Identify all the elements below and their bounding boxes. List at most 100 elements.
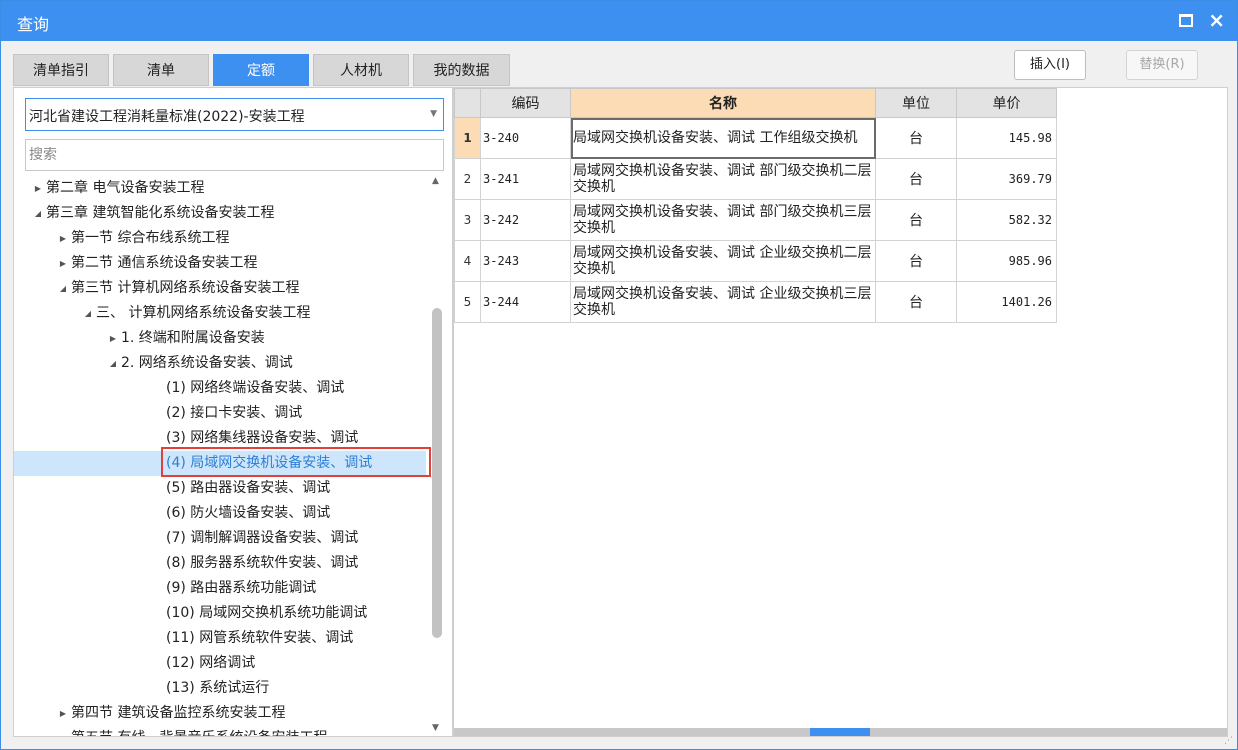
chevron-down-icon[interactable]: ▼ xyxy=(430,109,437,119)
cell-name[interactable]: 局域网交换机设备安装、调试 工作组级交换机 xyxy=(570,117,876,159)
cell-code[interactable]: 3-244 xyxy=(480,281,571,323)
tree-node[interactable]: ▶第五节 有线、背景音乐系统设备安装工程 xyxy=(14,726,426,736)
expand-arrow-icon[interactable]: ▶ xyxy=(107,326,119,351)
tree-node-label: (1) 网络终端设备安装、调试 xyxy=(166,380,345,396)
search-input[interactable] xyxy=(25,139,444,171)
tree-node[interactable]: (5) 路由器设备安装、调试 xyxy=(14,476,426,501)
tree-node[interactable]: ◢ 三、 计算机网络系统设备安装工程 xyxy=(14,301,426,326)
cell-name[interactable]: 局域网交换机设备安装、调试 部门级交换机三层交换机 xyxy=(570,199,876,241)
insert-button[interactable]: 插入(I) xyxy=(1014,50,1086,80)
tree-node-label: (11) 网管系统软件安装、调试 xyxy=(166,630,354,646)
row-number[interactable]: 1 xyxy=(454,117,481,159)
horizontal-scrollbar[interactable] xyxy=(454,728,1227,736)
column-header-name[interactable]: 名称 xyxy=(570,88,876,118)
quota-table: 编码 名称 单位 单价 1 3-240 局域网交换机设备安装、调试 工作组级交换机台… xyxy=(454,88,1057,323)
close-icon[interactable]: × xyxy=(1208,8,1225,32)
column-header-price[interactable]: 单价 xyxy=(956,88,1057,118)
tree-node-label: (9) 路由器系统功能调试 xyxy=(166,580,317,596)
right-panel: 编码 名称 单位 单价 1 3-240 局域网交换机设备安装、调试 工作组级交换机台… xyxy=(453,87,1228,737)
library-select[interactable]: 河北省建设工程消耗量标准(2022)-安装工程 ▼ xyxy=(25,98,444,131)
tab-my-data[interactable]: 我的数据 xyxy=(413,54,510,86)
cell-unit[interactable]: 台 xyxy=(875,199,957,241)
tree-node[interactable]: ▶ 第一节 综合布线系统工程 xyxy=(14,226,426,251)
tab-bill[interactable]: 清单 xyxy=(113,54,209,86)
collapse-arrow-icon[interactable]: ◢ xyxy=(82,301,94,326)
table-row[interactable]: 5 3-244 局域网交换机设备安装、调试 企业级交换机三层交换机台 1401.26 xyxy=(454,281,1057,323)
cell-price[interactable]: 1401.26 xyxy=(956,281,1057,323)
tree-node[interactable]: (1) 网络终端设备安装、调试 xyxy=(14,376,426,401)
maximize-icon[interactable] xyxy=(1179,14,1193,27)
tree-node[interactable]: ◢ 2. 网络系统设备安装、调试 xyxy=(14,351,426,376)
collapse-arrow-icon[interactable]: ◢ xyxy=(107,351,119,376)
cell-code[interactable]: 3-241 xyxy=(480,158,571,200)
tree-node[interactable]: ▶ 第二章 电气设备安装工程 xyxy=(14,176,426,201)
tree-node[interactable]: (8) 服务器系统软件安装、调试 xyxy=(14,551,426,576)
tree-node-label: (6) 防火墙设备安装、调试 xyxy=(166,505,331,521)
tree-node[interactable]: (9) 路由器系统功能调试 xyxy=(14,576,426,601)
tree-scrollbar[interactable]: ▲ ▼ xyxy=(428,176,445,736)
cell-price[interactable]: 369.79 xyxy=(956,158,1057,200)
cell-code[interactable]: 3-243 xyxy=(480,240,571,282)
table-row[interactable]: 2 3-241 局域网交换机设备安装、调试 部门级交换机二层交换机台 369.79 xyxy=(454,158,1057,200)
tree-node-label: 第四节 建筑设备监控系统安装工程 xyxy=(71,705,286,721)
tree-node[interactable]: ▶ 第二节 通信系统设备安装工程 xyxy=(14,251,426,276)
tree-node-label: (12) 网络调试 xyxy=(166,655,256,671)
tree-node[interactable]: ▶ 1. 终端和附属设备安装 xyxy=(14,326,426,351)
tab-quota[interactable]: 定额 xyxy=(213,54,309,86)
cell-price[interactable]: 145.98 xyxy=(956,117,1057,159)
row-number[interactable]: 4 xyxy=(454,240,481,282)
cell-unit[interactable]: 台 xyxy=(875,158,957,200)
expand-arrow-icon[interactable]: ▶ xyxy=(57,251,69,276)
cell-unit[interactable]: 台 xyxy=(875,117,957,159)
tree-node[interactable]: ▶ 第四节 建筑设备监控系统安装工程 xyxy=(14,701,426,726)
cell-price[interactable]: 582.32 xyxy=(956,199,1057,241)
row-number[interactable]: 2 xyxy=(454,158,481,200)
tree-node[interactable]: (6) 防火墙设备安装、调试 xyxy=(14,501,426,526)
expand-arrow-icon[interactable]: ▶ xyxy=(57,226,69,251)
resize-grip-icon[interactable]: ⋰ xyxy=(1224,736,1233,746)
highlight-box xyxy=(161,447,431,477)
row-number[interactable]: 5 xyxy=(454,281,481,323)
table-row[interactable]: 3 3-242 局域网交换机设备安装、调试 部门级交换机三层交换机台 582.32 xyxy=(454,199,1057,241)
cell-code[interactable]: 3-240 xyxy=(480,117,571,159)
cell-unit[interactable]: 台 xyxy=(875,281,957,323)
tree-node[interactable]: (10) 局域网交换机系统功能调试 xyxy=(14,601,426,626)
expand-arrow-icon[interactable]: ▶ xyxy=(32,176,44,201)
splitter-handle[interactable] xyxy=(810,728,870,736)
tab-labor-material-machine[interactable]: 人材机 xyxy=(313,54,409,86)
tree-node-label: (5) 路由器设备安装、调试 xyxy=(166,480,331,496)
cell-name[interactable]: 局域网交换机设备安装、调试 部门级交换机二层交换机 xyxy=(570,158,876,200)
tree-node[interactable]: (13) 系统试运行 xyxy=(14,676,426,701)
column-header-code[interactable]: 编码 xyxy=(480,88,571,118)
tree-node-label: (10) 局域网交换机系统功能调试 xyxy=(166,605,368,621)
collapse-arrow-icon[interactable]: ◢ xyxy=(32,201,44,226)
tree-node[interactable]: (7) 调制解调器设备安装、调试 xyxy=(14,526,426,551)
cell-code[interactable]: 3-242 xyxy=(480,199,571,241)
tree-node-label: 第二节 通信系统设备安装工程 xyxy=(71,255,258,271)
cell-name[interactable]: 局域网交换机设备安装、调试 企业级交换机二层交换机 xyxy=(570,240,876,282)
tree-node-label: 第五节 有线、背景音乐系统设备安装工程 xyxy=(71,726,327,736)
tree-node-label: 第三节 计算机网络系统设备安装工程 xyxy=(71,280,300,296)
expand-arrow-icon[interactable]: ▶ xyxy=(57,726,69,736)
scrollbar-thumb[interactable] xyxy=(432,308,442,638)
row-number[interactable]: 3 xyxy=(454,199,481,241)
tree-node[interactable]: ◢ 第三节 计算机网络系统设备安装工程 xyxy=(14,276,426,301)
cell-name[interactable]: 局域网交换机设备安装、调试 企业级交换机三层交换机 xyxy=(570,281,876,323)
expand-arrow-icon[interactable]: ▶ xyxy=(57,701,69,726)
tree-node[interactable]: ◢ 第三章 建筑智能化系统设备安装工程 xyxy=(14,201,426,226)
table-row[interactable]: 1 3-240 局域网交换机设备安装、调试 工作组级交换机台 145.98 xyxy=(454,117,1057,159)
column-header-unit[interactable]: 单位 xyxy=(875,88,957,118)
table-row[interactable]: 4 3-243 局域网交换机设备安装、调试 企业级交换机二层交换机台 985.96 xyxy=(454,240,1057,282)
replace-button[interactable]: 替换(R) xyxy=(1126,50,1198,80)
collapse-arrow-icon[interactable]: ◢ xyxy=(57,276,69,301)
table-header-row: 编码 名称 单位 单价 xyxy=(454,88,1057,118)
scroll-down-icon[interactable]: ▼ xyxy=(432,723,439,733)
cell-unit[interactable]: 台 xyxy=(875,240,957,282)
cell-price[interactable]: 985.96 xyxy=(956,240,1057,282)
tree-node[interactable]: (11) 网管系统软件安装、调试 xyxy=(14,626,426,651)
tree-node[interactable]: (12) 网络调试 xyxy=(14,651,426,676)
scroll-up-icon[interactable]: ▲ xyxy=(432,176,439,186)
tab-bill-guide[interactable]: 清单指引 xyxy=(13,54,109,86)
tree-node[interactable]: (2) 接口卡安装、调试 xyxy=(14,401,426,426)
library-select-value: 河北省建设工程消耗量标准(2022)-安装工程 xyxy=(29,109,305,125)
